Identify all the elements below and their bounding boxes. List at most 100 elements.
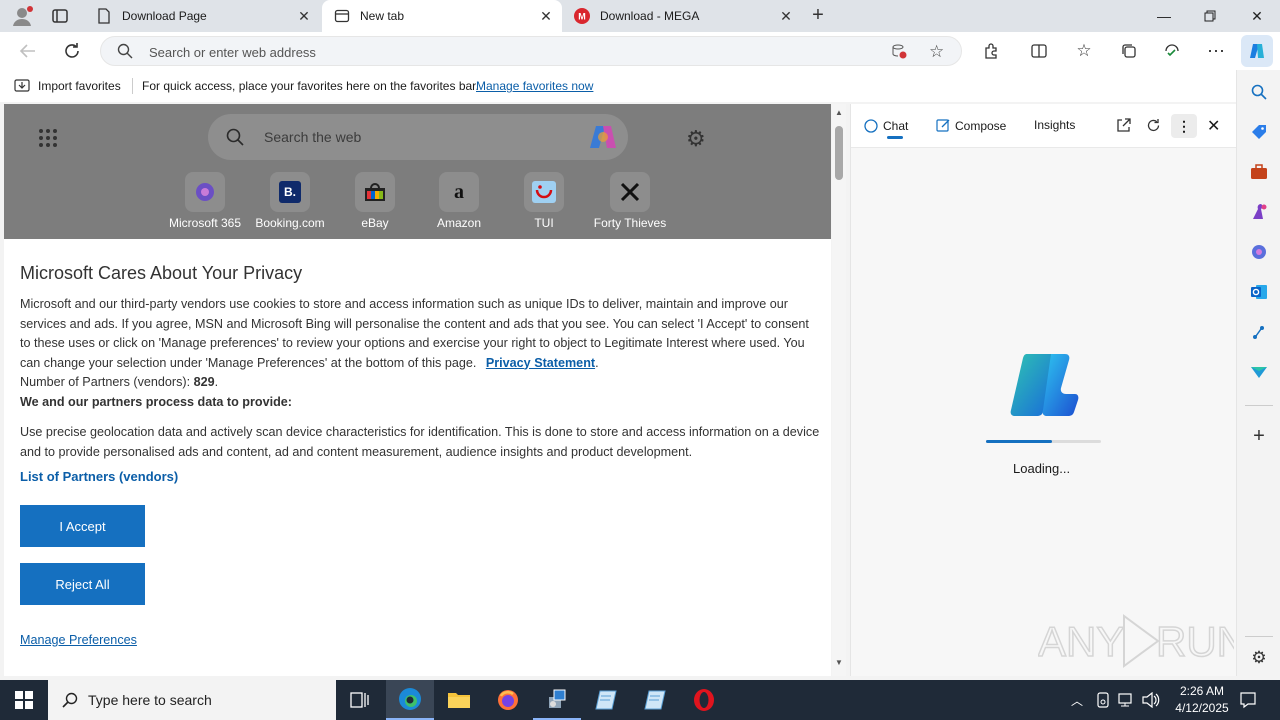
firefox-icon[interactable]: [484, 680, 532, 720]
favorites-divider: [132, 78, 133, 94]
refresh-icon[interactable]: [1146, 118, 1161, 136]
import-favorites-button[interactable]: Import favorites: [38, 79, 121, 93]
tab-title: New tab: [360, 9, 405, 23]
tab-mega[interactable]: M Download - MEGA ✕: [562, 0, 802, 32]
page-scrollbar[interactable]: ▲ ▼: [832, 104, 846, 676]
shortcut-label: Booking.com: [255, 216, 325, 230]
favorite-star-icon[interactable]: ☆: [929, 42, 944, 62]
close-pane-icon[interactable]: ✕: [1207, 116, 1220, 136]
search-icon: [117, 43, 133, 62]
network-device-icon[interactable]: [1096, 692, 1110, 711]
shortcut-microsoft-365[interactable]: Microsoft 365: [165, 172, 245, 230]
active-tab-indicator: [887, 136, 903, 139]
start-button[interactable]: [0, 680, 48, 720]
scroll-up-arrow[interactable]: ▲: [835, 108, 843, 117]
taskbar-search-box[interactable]: Type here to search: [48, 680, 336, 720]
privacy-description: Microsoft and our third-party vendors us…: [20, 297, 809, 370]
search-icon[interactable]: [1249, 82, 1269, 102]
copilot-sidebar: Chat Compose Insights ⋮ ✕ Loading...: [850, 104, 1237, 676]
booking-icon: B.: [270, 172, 310, 212]
tab-actions-icon[interactable]: [51, 7, 69, 25]
volume-icon[interactable]: [1142, 691, 1160, 711]
apps-launcher-icon[interactable]: [38, 128, 58, 148]
page-content: Search the web ⚙ Microsoft 365 B. Bookin…: [4, 104, 831, 676]
clock-date[interactable]: 4/12/2025: [1166, 701, 1238, 715]
extensions-icon[interactable]: [979, 39, 1003, 63]
tab-compose[interactable]: Compose: [955, 119, 1006, 133]
tools-icon[interactable]: [1249, 162, 1269, 182]
edge-sidebar: + ⚙: [1236, 70, 1280, 676]
send-icon[interactable]: [1249, 362, 1269, 382]
network-icon[interactable]: [1118, 692, 1136, 711]
manage-preferences-link[interactable]: Manage Preferences: [20, 631, 137, 651]
reject-all-button[interactable]: Reject All: [20, 563, 145, 605]
edge-taskbar-icon[interactable]: [386, 680, 434, 720]
scrollbar-thumb[interactable]: [835, 126, 843, 180]
microsoft-365-icon: [185, 172, 225, 212]
profile-icon[interactable]: [10, 4, 34, 28]
page-settings-icon[interactable]: ⚙: [686, 126, 706, 152]
minimize-button[interactable]: —: [1141, 0, 1187, 32]
address-bar[interactable]: Search or enter web address ☆: [100, 36, 962, 66]
tab-new-tab[interactable]: New tab ✕: [322, 0, 562, 32]
shortcut-tui[interactable]: TUI: [504, 172, 584, 230]
drop-icon[interactable]: [1249, 322, 1269, 342]
shortcut-booking[interactable]: B. Booking.com: [250, 172, 330, 230]
privacy-consent-dialog: Microsoft Cares About Your Privacy Micro…: [4, 239, 831, 676]
clock-time[interactable]: 2:26 AM: [1172, 684, 1232, 698]
outlook-icon[interactable]: [1249, 282, 1269, 302]
notepad-icon-2[interactable]: [631, 680, 679, 720]
games-icon[interactable]: [1249, 202, 1269, 222]
open-in-new-window-icon[interactable]: [1116, 118, 1131, 136]
notepad-icon-1[interactable]: [582, 680, 630, 720]
scroll-down-arrow[interactable]: ▼: [835, 658, 843, 667]
close-tab-icon[interactable]: ✕: [778, 8, 794, 24]
shopping-tag-icon[interactable]: [1249, 122, 1269, 142]
installer-icon[interactable]: [533, 680, 581, 720]
close-window-button[interactable]: ✕: [1234, 0, 1280, 32]
more-menu-icon[interactable]: ⋯: [1204, 39, 1228, 63]
close-tab-icon[interactable]: ✕: [296, 8, 312, 24]
shortcut-amazon[interactable]: a Amazon: [419, 172, 499, 230]
amazon-icon: a: [439, 172, 479, 212]
web-search-box[interactable]: Search the web: [208, 114, 628, 160]
privacy-statement-link[interactable]: Privacy Statement: [486, 356, 595, 370]
partners-list-link[interactable]: List of Partners (vendors): [20, 467, 820, 487]
tracking-prevention-icon[interactable]: [891, 43, 907, 62]
restore-button[interactable]: [1187, 0, 1233, 32]
tab-strip: Download Page ✕ New tab ✕ M Download - M…: [0, 0, 1280, 32]
manage-favorites-link[interactable]: Manage favorites now: [476, 79, 593, 93]
favorites-icon[interactable]: ☆: [1072, 39, 1096, 63]
shortcut-forty-thieves[interactable]: Forty Thieves: [590, 172, 670, 230]
notifications-icon[interactable]: [1239, 691, 1257, 712]
tab-insights[interactable]: Insights: [1034, 118, 1075, 132]
shortcut-label: eBay: [361, 216, 389, 230]
tab-download-page[interactable]: Download Page ✕: [84, 0, 320, 32]
refresh-icon[interactable]: [60, 39, 84, 63]
ebay-icon: [355, 172, 395, 212]
task-view-icon[interactable]: [336, 680, 384, 720]
more-options-icon[interactable]: ⋮: [1171, 114, 1197, 138]
back-icon[interactable]: [16, 39, 40, 63]
opera-icon[interactable]: [680, 680, 728, 720]
microsoft-365-icon[interactable]: [1249, 242, 1269, 262]
new-tab-button[interactable]: +: [808, 5, 828, 26]
tab-title: Download Page: [122, 9, 207, 23]
browser-essentials-icon[interactable]: [1160, 39, 1184, 63]
loading-text: Loading...: [1013, 461, 1071, 476]
shortcut-label: Amazon: [436, 216, 482, 230]
show-hidden-icons[interactable]: ︿: [1071, 692, 1083, 709]
shortcut-ebay[interactable]: eBay: [335, 172, 415, 230]
split-screen-icon[interactable]: [1027, 39, 1051, 63]
copilot-icon[interactable]: [1241, 35, 1273, 67]
tab-chat[interactable]: Chat: [883, 119, 908, 133]
collections-icon[interactable]: [1117, 39, 1141, 63]
navigation-toolbar: Search or enter web address ☆ ☆ ⋯: [0, 32, 1280, 70]
accept-button[interactable]: I Accept: [20, 505, 145, 547]
close-tab-icon[interactable]: ✕: [538, 8, 554, 24]
sidebar-settings-icon[interactable]: ⚙: [1249, 648, 1269, 668]
sidebar-divider: [1245, 405, 1273, 406]
add-icon[interactable]: +: [1249, 425, 1269, 447]
copilot-search-icon[interactable]: [588, 124, 618, 153]
file-explorer-icon[interactable]: [435, 680, 483, 720]
